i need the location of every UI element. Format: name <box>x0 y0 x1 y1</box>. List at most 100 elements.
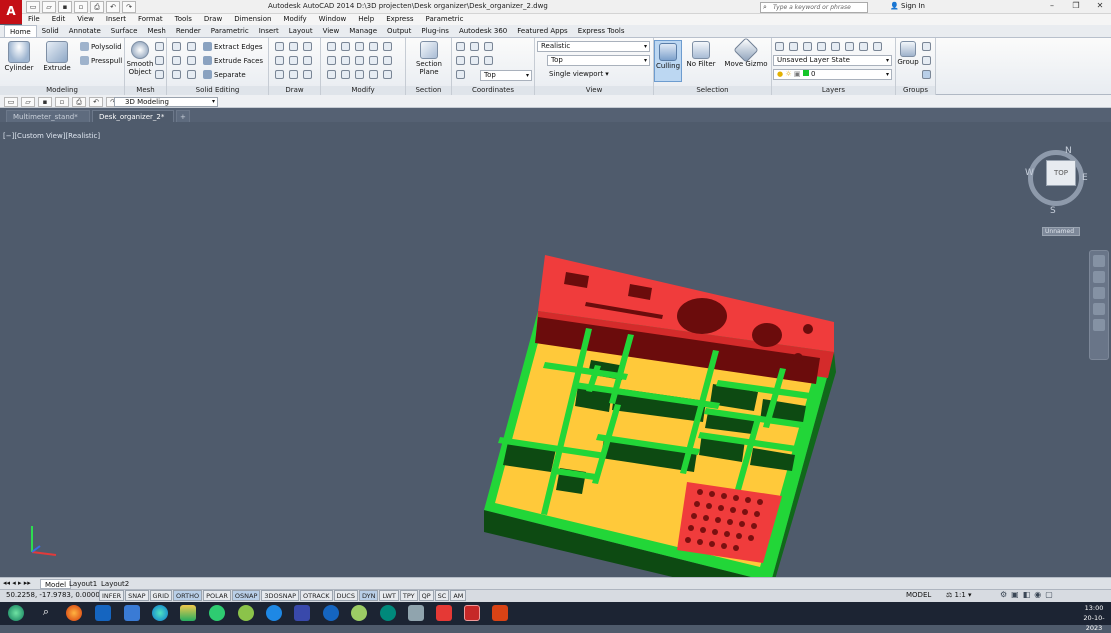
tab-surface[interactable]: Surface <box>106 25 143 37</box>
compass-north[interactable]: N <box>1065 146 1072 156</box>
toggle-3dosnap[interactable]: 3DOSNAP <box>261 590 300 601</box>
extrude-faces-button[interactable]: Extrude Faces <box>203 56 263 65</box>
drawing-viewport[interactable] <box>0 122 1111 577</box>
outlook-icon[interactable] <box>95 605 111 621</box>
edge-icon[interactable] <box>152 605 168 621</box>
stretch-icon[interactable] <box>383 56 392 65</box>
tab-autodesk-360[interactable]: Autodesk 360 <box>454 25 512 37</box>
annotation-scale[interactable]: ⚖ 1:1 ▾ <box>946 591 972 599</box>
polyline-icon[interactable] <box>275 56 284 65</box>
fillet-icon[interactable] <box>327 56 336 65</box>
toggle-ducs[interactable]: DUCS <box>333 590 358 601</box>
minimize-button[interactable]: – <box>1040 0 1064 13</box>
compass-east[interactable]: E <box>1082 173 1088 183</box>
rectangle-icon[interactable] <box>289 70 298 79</box>
ucs-icon[interactable] <box>456 70 465 79</box>
tab-scroll-arrows[interactable]: ◂◂ ◂ ▸ ▸▸ <box>3 579 31 587</box>
mirror-icon[interactable] <box>383 42 392 51</box>
polysolid-button[interactable]: Polysolid <box>80 42 122 51</box>
open-icon[interactable]: ▱ <box>42 1 56 13</box>
menu-file[interactable]: File <box>22 14 46 25</box>
move-icon[interactable] <box>341 42 350 51</box>
zoom-icon[interactable] <box>1093 287 1105 299</box>
app-icon[interactable] <box>180 605 196 621</box>
mesh-tool-icon[interactable] <box>155 42 164 51</box>
autocad-logo-icon[interactable]: A <box>0 0 22 24</box>
restore-button[interactable]: ❐ <box>1064 0 1088 13</box>
union-icon[interactable] <box>172 42 181 51</box>
menu-dimension[interactable]: Dimension <box>228 14 277 25</box>
toggle-otrack[interactable]: OTRACK <box>300 590 333 601</box>
steering-wheel-icon[interactable] <box>1093 255 1105 267</box>
pan-icon[interactable] <box>1093 271 1105 283</box>
app-c-icon[interactable] <box>323 605 339 621</box>
visual-style-dropdown[interactable]: Realistic ▾ <box>537 41 650 52</box>
save-icon[interactable]: ▪ <box>38 97 52 107</box>
navigation-bar[interactable] <box>1089 250 1109 360</box>
tab-view[interactable]: View <box>318 25 345 37</box>
layer-icon[interactable] <box>873 42 882 51</box>
print-icon[interactable]: ⎙ <box>72 97 86 107</box>
hardware-icon[interactable]: ◧ <box>1023 590 1031 599</box>
intersect-icon[interactable] <box>172 70 181 79</box>
layer-dropdown[interactable]: ● ☼ ▣ 0 ▾ <box>773 69 892 80</box>
group-edit-icon[interactable] <box>922 56 931 65</box>
hatch-icon[interactable] <box>303 70 312 79</box>
explode-icon[interactable] <box>341 70 350 79</box>
groups-panel-label[interactable]: Groups <box>896 86 935 95</box>
app-icon[interactable] <box>294 605 310 621</box>
ungroup-icon[interactable] <box>922 42 931 51</box>
menu-parametric[interactable]: Parametric <box>420 14 470 25</box>
menu-format[interactable]: Format <box>132 14 169 25</box>
section-plane-button[interactable]: Section Plane <box>414 41 444 76</box>
new-tab-icon[interactable]: + <box>176 110 190 122</box>
toggle-sc[interactable]: SC <box>434 590 450 601</box>
app-icon[interactable] <box>492 605 508 621</box>
array-icon[interactable] <box>355 56 364 65</box>
layer-properties-icon[interactable] <box>775 42 784 51</box>
trim-icon[interactable] <box>327 42 336 51</box>
align-icon[interactable] <box>355 70 364 79</box>
line-icon[interactable] <box>275 42 284 51</box>
toggle-dyn[interactable]: DYN <box>358 590 379 601</box>
tab-annotate[interactable]: Annotate <box>64 25 106 37</box>
app-c-icon[interactable] <box>266 605 282 621</box>
view-panel-label[interactable]: View <box>535 86 653 95</box>
menu-modify[interactable]: Modify <box>277 14 312 25</box>
toggle-am[interactable]: AM <box>450 590 467 601</box>
layer-icon[interactable] <box>845 42 854 51</box>
selection-panel-label[interactable]: Selection <box>654 86 771 95</box>
viewport-controls-label[interactable]: [−][Custom View][Realistic] <box>3 132 100 140</box>
group-selection-icon[interactable] <box>922 70 931 79</box>
viewcube[interactable]: TOP <box>1046 160 1076 186</box>
search-input[interactable]: Type a keyword or phrase <box>760 2 868 13</box>
toggle-snap[interactable]: SNAP <box>125 590 149 601</box>
autocad-taskbar-icon[interactable] <box>464 605 480 621</box>
ucs-icon[interactable] <box>470 56 479 65</box>
circle-icon[interactable] <box>303 42 312 51</box>
orbit-icon[interactable] <box>1093 303 1105 315</box>
rotate-icon[interactable] <box>355 42 364 51</box>
compass-west[interactable]: W <box>1025 168 1034 178</box>
coordinates-panel-label[interactable]: Coordinates <box>452 86 534 95</box>
modify-panel-label[interactable]: Modify <box>321 86 405 95</box>
open-icon[interactable]: ▱ <box>21 97 35 107</box>
solid-editing-panel-label[interactable]: Solid Editing <box>167 86 268 95</box>
tab-insert[interactable]: Insert <box>254 25 284 37</box>
ucs-icon[interactable] <box>484 56 493 65</box>
section-panel-label[interactable]: Section <box>406 86 451 95</box>
app-icon[interactable] <box>380 605 396 621</box>
tab-plug-ins[interactable]: Plug-ins <box>416 25 454 37</box>
extract-edges-button[interactable]: Extract Edges <box>203 42 263 51</box>
ucs-icon[interactable] <box>470 42 479 51</box>
layer-icon[interactable] <box>817 42 826 51</box>
tab-layout1[interactable]: Layout1 <box>65 579 101 589</box>
menu-express[interactable]: Express <box>380 14 419 25</box>
workspace-switch-icon[interactable]: ⚙ <box>1000 590 1007 599</box>
layers-panel-label[interactable]: Layers <box>772 86 895 95</box>
lock-icon[interactable]: ▣ <box>1011 590 1019 599</box>
separate-button[interactable]: Separate <box>203 70 246 79</box>
coordinate-readout[interactable]: 50.2258, -17.9783, 0.0000 <box>6 591 100 599</box>
tab-render[interactable]: Render <box>171 25 206 37</box>
toggle-infer[interactable]: INFER <box>99 590 125 601</box>
